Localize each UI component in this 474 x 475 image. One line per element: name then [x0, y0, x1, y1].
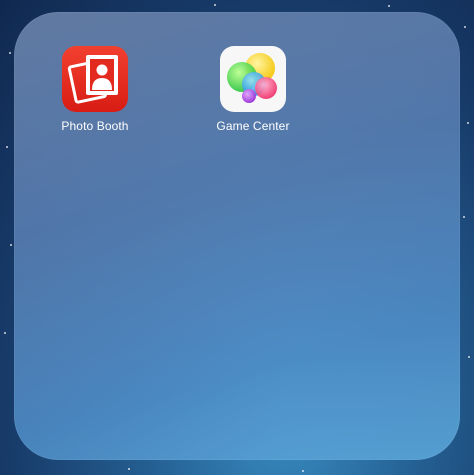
app-label: Game Center: [216, 119, 290, 133]
app-label: Photo Booth: [61, 119, 129, 133]
game-center-icon[interactable]: [220, 46, 286, 112]
app-photo-booth[interactable]: Photo Booth: [50, 46, 140, 133]
photo-booth-icon[interactable]: [62, 46, 128, 112]
app-folder: Photo Booth Game Center: [14, 12, 460, 460]
app-game-center[interactable]: Game Center: [208, 46, 298, 133]
